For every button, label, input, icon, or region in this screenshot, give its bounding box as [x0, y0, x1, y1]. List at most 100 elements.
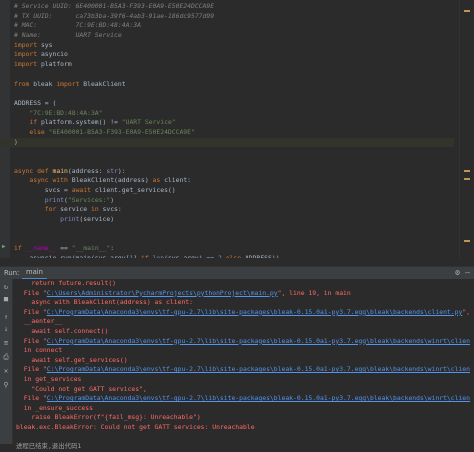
code-token: BleakClient(address)	[67, 176, 153, 185]
run-label: Run:	[4, 269, 20, 277]
console-output[interactable]: return future.result() File "C:\Users\Ad…	[16, 279, 470, 452]
file-path-link[interactable]: C:\Users\Administrator\PycharmProjects\p…	[47, 289, 278, 297]
code-token: import	[14, 60, 38, 69]
code-token: ", line 19, in main	[277, 288, 351, 297]
warning-marker-icon[interactable]	[464, 10, 470, 12]
code-token: if	[29, 118, 38, 127]
code-token: if	[141, 253, 149, 258]
code-token: import	[14, 40, 38, 49]
console-line: File "C:\ProgramData\Anaconda3\envs\tf-g…	[16, 308, 470, 318]
code-token: File "	[16, 336, 47, 345]
code-token: for	[44, 205, 57, 214]
console-line: in get_services	[16, 375, 470, 385]
warning-marker-icon[interactable]	[464, 240, 470, 242]
editor-scrollbar[interactable]	[459, 0, 474, 258]
code-token: svcs:	[98, 205, 122, 214]
file-path-link[interactable]: C:\ProgramData\Anaconda3\envs\tf-gpu-2.7…	[47, 365, 470, 373]
code-token: # MAC: 7C:9E:BD:48:4A:3A	[14, 21, 141, 30]
minimize-icon[interactable]: –	[465, 268, 470, 278]
code-token: print	[44, 195, 65, 204]
editor-gutter[interactable]: ▶	[0, 0, 10, 258]
code-token: "UART Service"	[121, 118, 176, 127]
code-token: "__main__"	[71, 244, 111, 253]
code-token: "7C:9E:BD:48:4A:3A"	[29, 108, 103, 117]
stop-icon[interactable]: ■	[2, 295, 10, 303]
console-line: await self.get_services()	[16, 356, 470, 366]
console-line: File "C:\Users\Administrator\PycharmProj…	[16, 289, 470, 299]
code-token: print	[60, 215, 80, 224]
file-path-link[interactable]: C:\ProgramData\Anaconda3\envs\tf-gpu-2.7…	[47, 337, 470, 345]
code-token: )	[110, 195, 115, 204]
warning-marker-icon[interactable]	[464, 170, 470, 172]
code-line: if platform.system() != "UART Service"	[14, 118, 454, 128]
code-token: File "	[16, 288, 47, 297]
code-token: client.get_services()	[90, 186, 176, 195]
scroll-up-icon[interactable]: ↑	[2, 313, 10, 321]
code-token: ]	[133, 253, 141, 258]
code-token: bleak.exc.BleakError: Could not get GATT…	[16, 422, 255, 431]
code-line: svcs = await client.get_services()	[14, 186, 454, 196]
code-token: import	[56, 79, 80, 88]
code-line: import sys	[14, 41, 454, 51]
pin-icon[interactable]: ⚲	[2, 381, 10, 389]
file-path-link[interactable]: C:\ProgramData\Anaconda3\envs\tf-gpu-2.7…	[47, 394, 470, 402]
code-token: sys	[37, 40, 53, 49]
console-line: File "C:\ProgramData\Anaconda3\envs\tf-g…	[16, 337, 470, 347]
code-token: bleak	[29, 79, 57, 88]
code-token: __aenter__	[16, 317, 63, 326]
code-line: print(service)	[14, 215, 454, 225]
code-token: asyncio.run(main(sys.argv[	[14, 253, 130, 258]
console-line: __aenter__	[16, 317, 470, 327]
code-token: (service)	[79, 215, 115, 224]
soft-wrap-icon[interactable]: ≡	[2, 339, 10, 347]
code-token: else	[225, 253, 242, 258]
code-line: if __name__ == "__main__":	[14, 244, 454, 254]
code-token: "Could not get GATT services",	[16, 384, 147, 393]
code-line: from bleak import BleakClient	[14, 80, 454, 90]
console-line: bleak.exc.BleakError: Could not get GATT…	[16, 423, 470, 433]
code-line: )	[0, 137, 454, 148]
code-token: in _ensure_success	[16, 403, 93, 412]
code-token: client:	[160, 176, 192, 185]
code-line: ADDRESS = (	[14, 99, 454, 109]
code-token: async def	[14, 166, 49, 175]
code-line: else "6E400001-B5A3-F393-E0A9-E50E24DCCA…	[14, 128, 454, 138]
run-console[interactable]: ↻ ■ ↑ ↓ ≡ ⎙ ✕ ⚲ return future.result() F…	[0, 279, 474, 450]
code-token: ):	[117, 166, 126, 175]
run-gutter-icon[interactable]: ▶	[2, 244, 8, 250]
warning-marker-icon[interactable]	[464, 178, 470, 180]
gear-icon[interactable]: ⚙	[455, 268, 460, 278]
code-editor[interactable]: ▶ # Service UUID: 6E400001-B5A3-F393-E0A…	[0, 0, 474, 258]
rerun-icon[interactable]: ↻	[2, 283, 10, 291]
code-token: ", line 61, in	[462, 307, 470, 316]
print-icon[interactable]: ⎙	[2, 353, 10, 361]
code-token: return future.result()	[16, 279, 117, 287]
code-line: # MAC: 7C:9E:BD:48:4A:3A	[14, 21, 454, 31]
code-token: "Services:"	[67, 195, 111, 204]
code-token: __name__	[25, 244, 57, 253]
console-line: "Could not get GATT services",	[16, 385, 470, 395]
code-area[interactable]: # Service UUID: 6E400001-B5A3-F393-E0A9-…	[0, 2, 454, 258]
code-line: # Service UUID: 6E400001-B5A3-F393-E0A9-…	[14, 2, 454, 12]
trash-icon[interactable]: ✕	[2, 367, 10, 375]
scroll-down-icon[interactable]: ↓	[2, 325, 10, 333]
code-line: "7C:9E:BD:48:4A:3A"	[14, 109, 454, 119]
file-path-link[interactable]: C:\ProgramData\Anaconda3\envs\tf-gpu-2.7…	[47, 308, 463, 316]
code-token: await self.connect()	[16, 326, 109, 335]
code-token: BleakClient	[79, 79, 126, 88]
code-line: import platform	[14, 60, 454, 70]
console-line: in connect	[16, 346, 470, 356]
code-token: in connect	[16, 346, 63, 355]
code-token: ==	[56, 244, 72, 253]
code-token: in get_services	[16, 374, 82, 383]
code-line: asyncio.run(main(sys.argv[1] if len(sys.…	[14, 254, 454, 258]
code-line: # TX UUID: ca73b3ba-39f6-4ab3-91ae-186dc…	[14, 12, 454, 22]
